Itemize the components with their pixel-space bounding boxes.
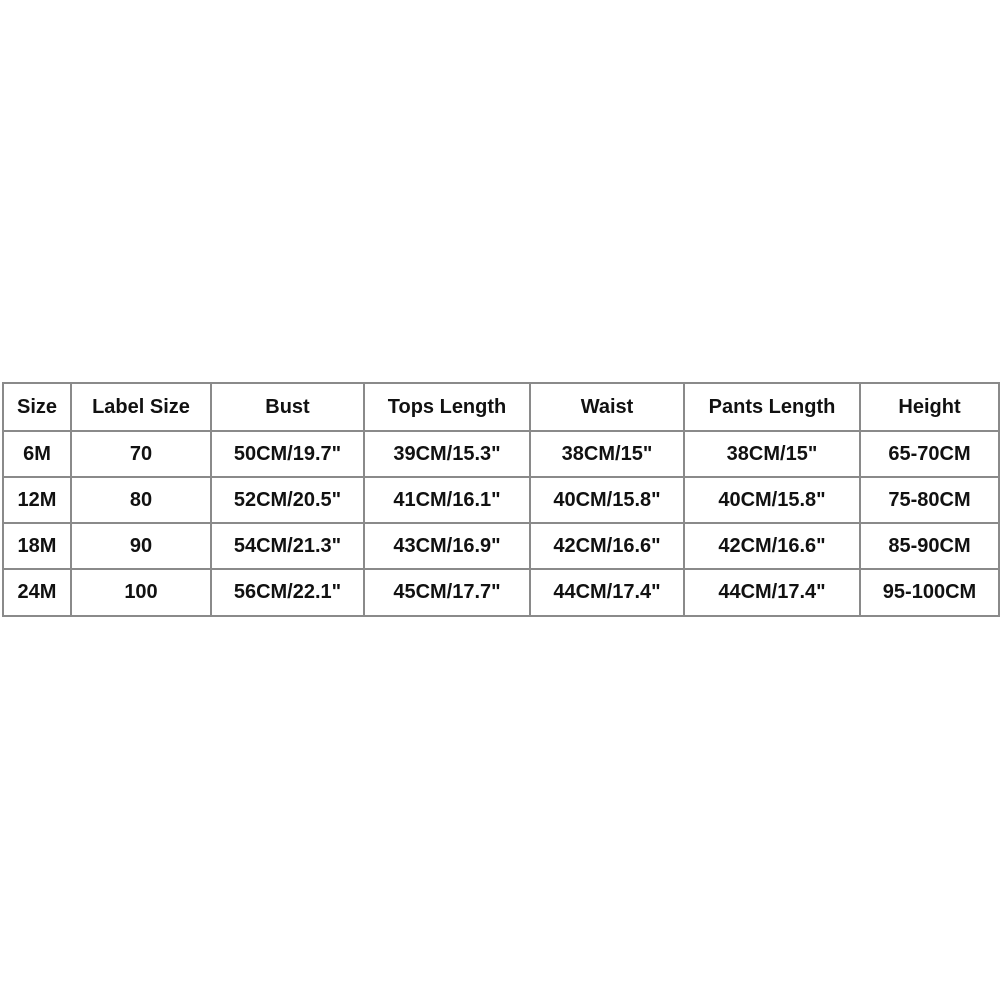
cell-tops-length: 45CM/17.7" bbox=[363, 568, 531, 617]
cell-label-size: 80 bbox=[70, 476, 212, 524]
cell-label-size: 100 bbox=[70, 568, 212, 617]
header-size: Size bbox=[2, 382, 72, 432]
cell-label-size: 70 bbox=[70, 430, 212, 478]
table-row: 12M 80 52CM/20.5" 41CM/16.1" 40CM/15.8" … bbox=[2, 476, 1000, 524]
cell-pants-length: 42CM/16.6" bbox=[683, 522, 861, 570]
cell-waist: 42CM/16.6" bbox=[529, 522, 685, 570]
table-row: 6M 70 50CM/19.7" 39CM/15.3" 38CM/15" 38C… bbox=[2, 430, 1000, 478]
cell-height: 95-100CM bbox=[859, 568, 1000, 617]
header-waist: Waist bbox=[529, 382, 685, 432]
cell-size: 18M bbox=[2, 522, 72, 570]
cell-height: 65-70CM bbox=[859, 430, 1000, 478]
cell-height: 75-80CM bbox=[859, 476, 1000, 524]
header-tops-length: Tops Length bbox=[363, 382, 531, 432]
header-height: Height bbox=[859, 382, 1000, 432]
cell-label-size: 90 bbox=[70, 522, 212, 570]
cell-pants-length: 38CM/15" bbox=[683, 430, 861, 478]
header-pants-length: Pants Length bbox=[683, 382, 861, 432]
cell-waist: 40CM/15.8" bbox=[529, 476, 685, 524]
cell-height: 85-90CM bbox=[859, 522, 1000, 570]
cell-pants-length: 44CM/17.4" bbox=[683, 568, 861, 617]
cell-bust: 54CM/21.3" bbox=[210, 522, 365, 570]
cell-size: 6M bbox=[2, 430, 72, 478]
cell-tops-length: 39CM/15.3" bbox=[363, 430, 531, 478]
header-label-size: Label Size bbox=[70, 382, 212, 432]
cell-waist: 44CM/17.4" bbox=[529, 568, 685, 617]
cell-size: 24M bbox=[2, 568, 72, 617]
cell-waist: 38CM/15" bbox=[529, 430, 685, 478]
cell-bust: 52CM/20.5" bbox=[210, 476, 365, 524]
header-row: Size Label Size Bust Tops Length Waist P… bbox=[2, 382, 1000, 432]
size-chart-table: Size Label Size Bust Tops Length Waist P… bbox=[2, 382, 1000, 617]
cell-bust: 50CM/19.7" bbox=[210, 430, 365, 478]
cell-tops-length: 41CM/16.1" bbox=[363, 476, 531, 524]
cell-size: 12M bbox=[2, 476, 72, 524]
cell-tops-length: 43CM/16.9" bbox=[363, 522, 531, 570]
table-row: 18M 90 54CM/21.3" 43CM/16.9" 42CM/16.6" … bbox=[2, 522, 1000, 570]
header-bust: Bust bbox=[210, 382, 365, 432]
cell-pants-length: 40CM/15.8" bbox=[683, 476, 861, 524]
cell-bust: 56CM/22.1" bbox=[210, 568, 365, 617]
table-row: 24M 100 56CM/22.1" 45CM/17.7" 44CM/17.4"… bbox=[2, 568, 1000, 617]
